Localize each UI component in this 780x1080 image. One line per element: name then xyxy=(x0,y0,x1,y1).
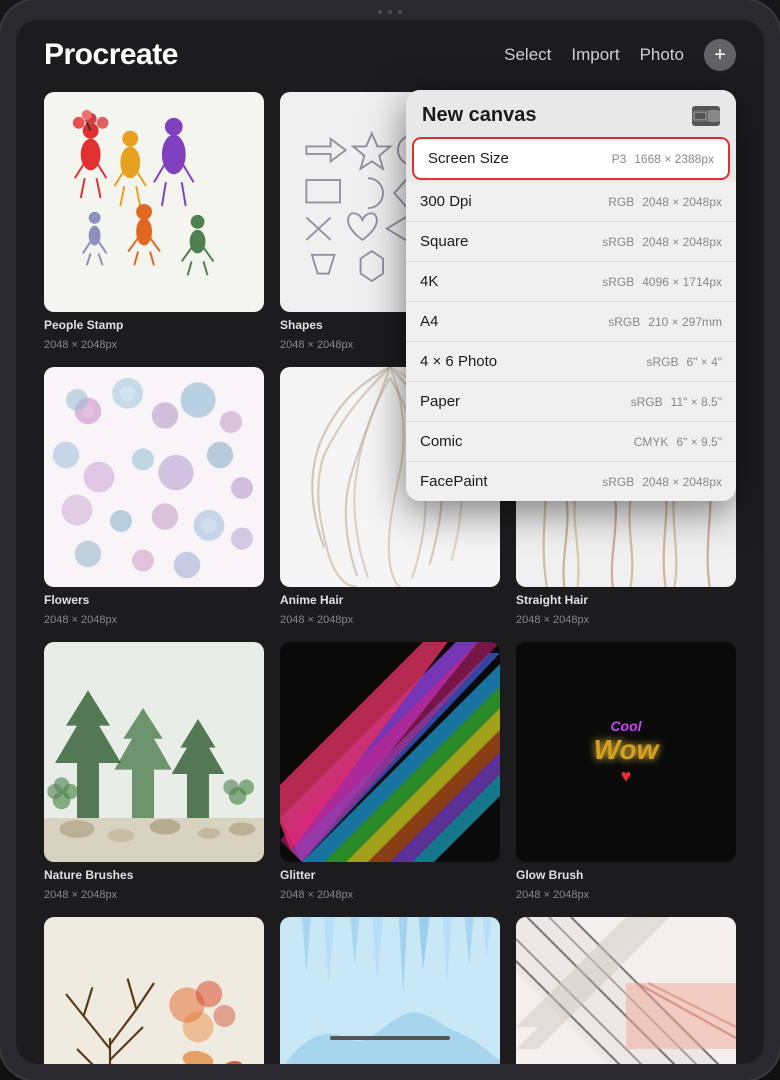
gallery-item-label: Flowers xyxy=(44,593,264,607)
thumb-winter-set xyxy=(280,917,500,1064)
popup-title: New canvas xyxy=(422,104,537,127)
gallery-item-label: Straight Hair xyxy=(516,593,736,607)
gallery-item-winter-set[interactable]: Winter Set 2048 × 2048px xyxy=(280,917,500,1064)
canvas-details-4k: sRGB 4096 × 1714px xyxy=(602,275,722,289)
canvas-list: 300 Dpi RGB 2048 × 2048px Square sRGB 2048 × … xyxy=(406,182,736,501)
gallery-item-brick-animal[interactable]: Brick & Animal Print 2048 × 2048px xyxy=(516,917,736,1064)
gallery-item-sublabel: 2048 × 2048px xyxy=(44,614,264,626)
glow-cool-text: Cool xyxy=(594,718,659,734)
gallery-item-sublabel: 2048 × 2048px xyxy=(280,614,500,626)
canvas-dimensions-facepaint: 2048 × 2048px xyxy=(642,475,722,489)
gallery-item-label: Nature Brushes xyxy=(44,868,264,882)
canvas-dimensions-square: 2048 × 2048px xyxy=(642,235,722,249)
canvas-item-square[interactable]: Square sRGB 2048 × 2048px xyxy=(406,222,736,262)
thumb-glow-brush: Cool Wow ♥ xyxy=(516,642,736,862)
ipad-frame: Procreate Select Import Photo + xyxy=(0,0,780,1080)
top-actions: Select Import Photo + xyxy=(504,39,736,71)
app-title: Procreate xyxy=(44,38,178,72)
canvas-name-paper: Paper xyxy=(420,393,460,410)
canvas-item-4k[interactable]: 4K sRGB 4096 × 1714px xyxy=(406,262,736,302)
canvas-item-facepaint[interactable]: FacePaint sRGB 2048 × 2048px xyxy=(406,462,736,501)
canvas-item-screen-size[interactable]: Screen Size P3 1668 × 2388px xyxy=(412,137,730,180)
canvas-dimensions-screen-size: 1668 × 2388px xyxy=(634,152,714,166)
ipad-screen: Procreate Select Import Photo + xyxy=(16,20,764,1064)
gallery-item-sublabel: 2048 × 2048px xyxy=(44,339,264,351)
canvas-name-square: Square xyxy=(420,233,468,250)
select-button[interactable]: Select xyxy=(504,45,551,65)
glow-wow-text: Wow xyxy=(594,734,659,766)
canvas-dimensions-4k: 4096 × 1714px xyxy=(642,275,722,289)
canvas-details-paper: sRGB 11" × 8.5" xyxy=(631,395,722,409)
canvas-colorspace-300dpi: RGB xyxy=(608,195,634,209)
canvas-details-4x6-photo: sRGB 6" × 4" xyxy=(646,355,722,369)
canvas-details-screen-size: P3 1668 × 2388px xyxy=(612,152,714,166)
canvas-dimensions-4x6-photo: 6" × 4" xyxy=(686,355,722,369)
canvas-colorspace-facepaint: sRGB xyxy=(602,475,634,489)
canvas-colorspace-4k: sRGB xyxy=(602,275,634,289)
canvas-dimensions-paper: 11" × 8.5" xyxy=(671,395,722,409)
canvas-details-300dpi: RGB 2048 × 2048px xyxy=(608,195,722,209)
canvas-details-square: sRGB 2048 × 2048px xyxy=(602,235,722,249)
gallery-item-label: Glow Brush xyxy=(516,868,736,882)
gallery-item-autumn[interactable]: Autumn 2048 × 2048px xyxy=(44,917,264,1064)
thumb-autumn xyxy=(44,917,264,1064)
canvas-colorspace-comic: CMYK xyxy=(634,435,669,449)
gallery-item-label: People Stamp xyxy=(44,318,264,332)
canvas-colorspace-a4: sRGB xyxy=(608,315,640,329)
gallery-item-glitter[interactable]: Glitter 2048 × 2048px xyxy=(280,642,500,901)
canvas-dimensions-300dpi: 2048 × 2048px xyxy=(642,195,722,209)
gallery-item-sublabel: 2048 × 2048px xyxy=(516,889,736,901)
canvas-details-facepaint: sRGB 2048 × 2048px xyxy=(602,475,722,489)
canvas-name-facepaint: FacePaint xyxy=(420,473,488,490)
thumb-people-stamp xyxy=(44,92,264,312)
photo-button[interactable]: Photo xyxy=(640,45,684,65)
canvas-name-4k: 4K xyxy=(420,273,438,290)
thumb-brick-animal xyxy=(516,917,736,1064)
gallery-item-sublabel: 2048 × 2048px xyxy=(516,614,736,626)
new-canvas-popup: New canvas Screen Size P3 1668 × 2388px xyxy=(406,90,736,501)
gallery-item-sublabel: 2048 × 2048px xyxy=(44,889,264,901)
canvas-name-a4: A4 xyxy=(420,313,438,330)
canvas-name-screen-size: Screen Size xyxy=(428,150,509,167)
canvas-item-comic[interactable]: Comic CMYK 6" × 9.5" xyxy=(406,422,736,462)
popup-header: New canvas xyxy=(406,90,736,137)
thumb-nature-brushes xyxy=(44,642,264,862)
canvas-name-comic: Comic xyxy=(420,433,463,450)
canvas-icon xyxy=(692,106,720,126)
canvas-colorspace-screen-size: P3 xyxy=(612,152,627,166)
gallery-item-glow-brush[interactable]: Cool Wow ♥ Glow Brush 2048 × 2048px xyxy=(516,642,736,901)
thumb-glitter xyxy=(280,642,500,862)
canvas-name-4x6-photo: 4 × 6 Photo xyxy=(420,353,497,370)
canvas-dimensions-comic: 6" × 9.5" xyxy=(676,435,722,449)
add-canvas-button[interactable]: + xyxy=(704,39,736,71)
canvas-colorspace-4x6-photo: sRGB xyxy=(646,355,678,369)
canvas-details-comic: CMYK 6" × 9.5" xyxy=(634,435,722,449)
gallery-item-nature-brushes[interactable]: Nature Brushes 2048 × 2048px xyxy=(44,642,264,901)
gallery-item-people-stamp[interactable]: People Stamp 2048 × 2048px xyxy=(44,92,264,351)
scroll-indicator xyxy=(330,1036,450,1040)
canvas-item-a4[interactable]: A4 sRGB 210 × 297mm xyxy=(406,302,736,342)
gallery-item-label: Anime Hair xyxy=(280,593,500,607)
gallery-item-flowers[interactable]: Flowers 2048 × 2048px xyxy=(44,367,264,626)
canvas-item-4x6-photo[interactable]: 4 × 6 Photo sRGB 6" × 4" xyxy=(406,342,736,382)
top-bar: Procreate Select Import Photo + xyxy=(16,20,764,84)
glow-heart-text: ♥ xyxy=(594,766,659,787)
canvas-details-a4: sRGB 210 × 297mm xyxy=(608,315,722,329)
import-button[interactable]: Import xyxy=(571,45,619,65)
canvas-colorspace-square: sRGB xyxy=(602,235,634,249)
canvas-name-300dpi: 300 Dpi xyxy=(420,193,472,210)
canvas-item-300dpi[interactable]: 300 Dpi RGB 2048 × 2048px xyxy=(406,182,736,222)
canvas-colorspace-paper: sRGB xyxy=(631,395,663,409)
canvas-dimensions-a4: 210 × 297mm xyxy=(648,315,722,329)
canvas-item-paper[interactable]: Paper sRGB 11" × 8.5" xyxy=(406,382,736,422)
camera-indicator xyxy=(378,10,402,14)
gallery-item-label: Glitter xyxy=(280,868,500,882)
gallery-item-sublabel: 2048 × 2048px xyxy=(280,889,500,901)
thumb-flowers xyxy=(44,367,264,587)
